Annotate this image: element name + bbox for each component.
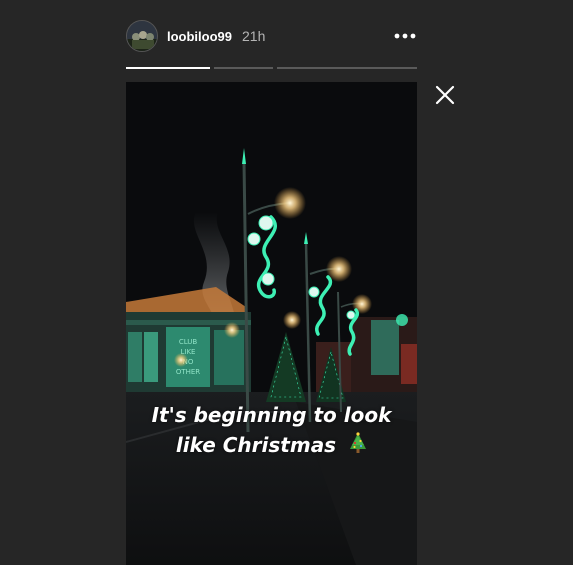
progress-segment xyxy=(214,67,273,69)
story-header: loobiloo99 21h xyxy=(126,18,417,54)
avatar-image xyxy=(127,21,157,51)
caption-line-1: It's beginning to look xyxy=(151,403,392,427)
scene-sign-text: OTHER xyxy=(176,368,200,376)
story-caption: It's beginning to look like Christmas xyxy=(126,400,417,462)
progress-segment xyxy=(277,67,417,69)
night-street-photo: CLUB LIKE NO OTHER xyxy=(126,82,417,565)
caption-line-2: like Christmas xyxy=(175,433,337,457)
username[interactable]: loobiloo99 xyxy=(167,29,232,44)
story-progress xyxy=(126,67,417,69)
caption-line-2-wrap: like Christmas xyxy=(126,430,417,462)
time-ago: 21h xyxy=(242,28,266,44)
story-media[interactable]: CLUB LIKE NO OTHER It's beginning to loo… xyxy=(126,82,417,565)
scene-sign-text: CLUB xyxy=(179,338,198,346)
progress-fill xyxy=(126,67,210,69)
more-options-icon[interactable] xyxy=(393,26,417,46)
progress-segment xyxy=(126,67,210,69)
close-icon[interactable] xyxy=(434,84,456,106)
christmas-tree-icon xyxy=(349,431,367,462)
story-viewer: loobiloo99 21h CLUB LIKE NO OTHER It's b… xyxy=(0,0,573,565)
profile-avatar[interactable] xyxy=(126,20,158,52)
